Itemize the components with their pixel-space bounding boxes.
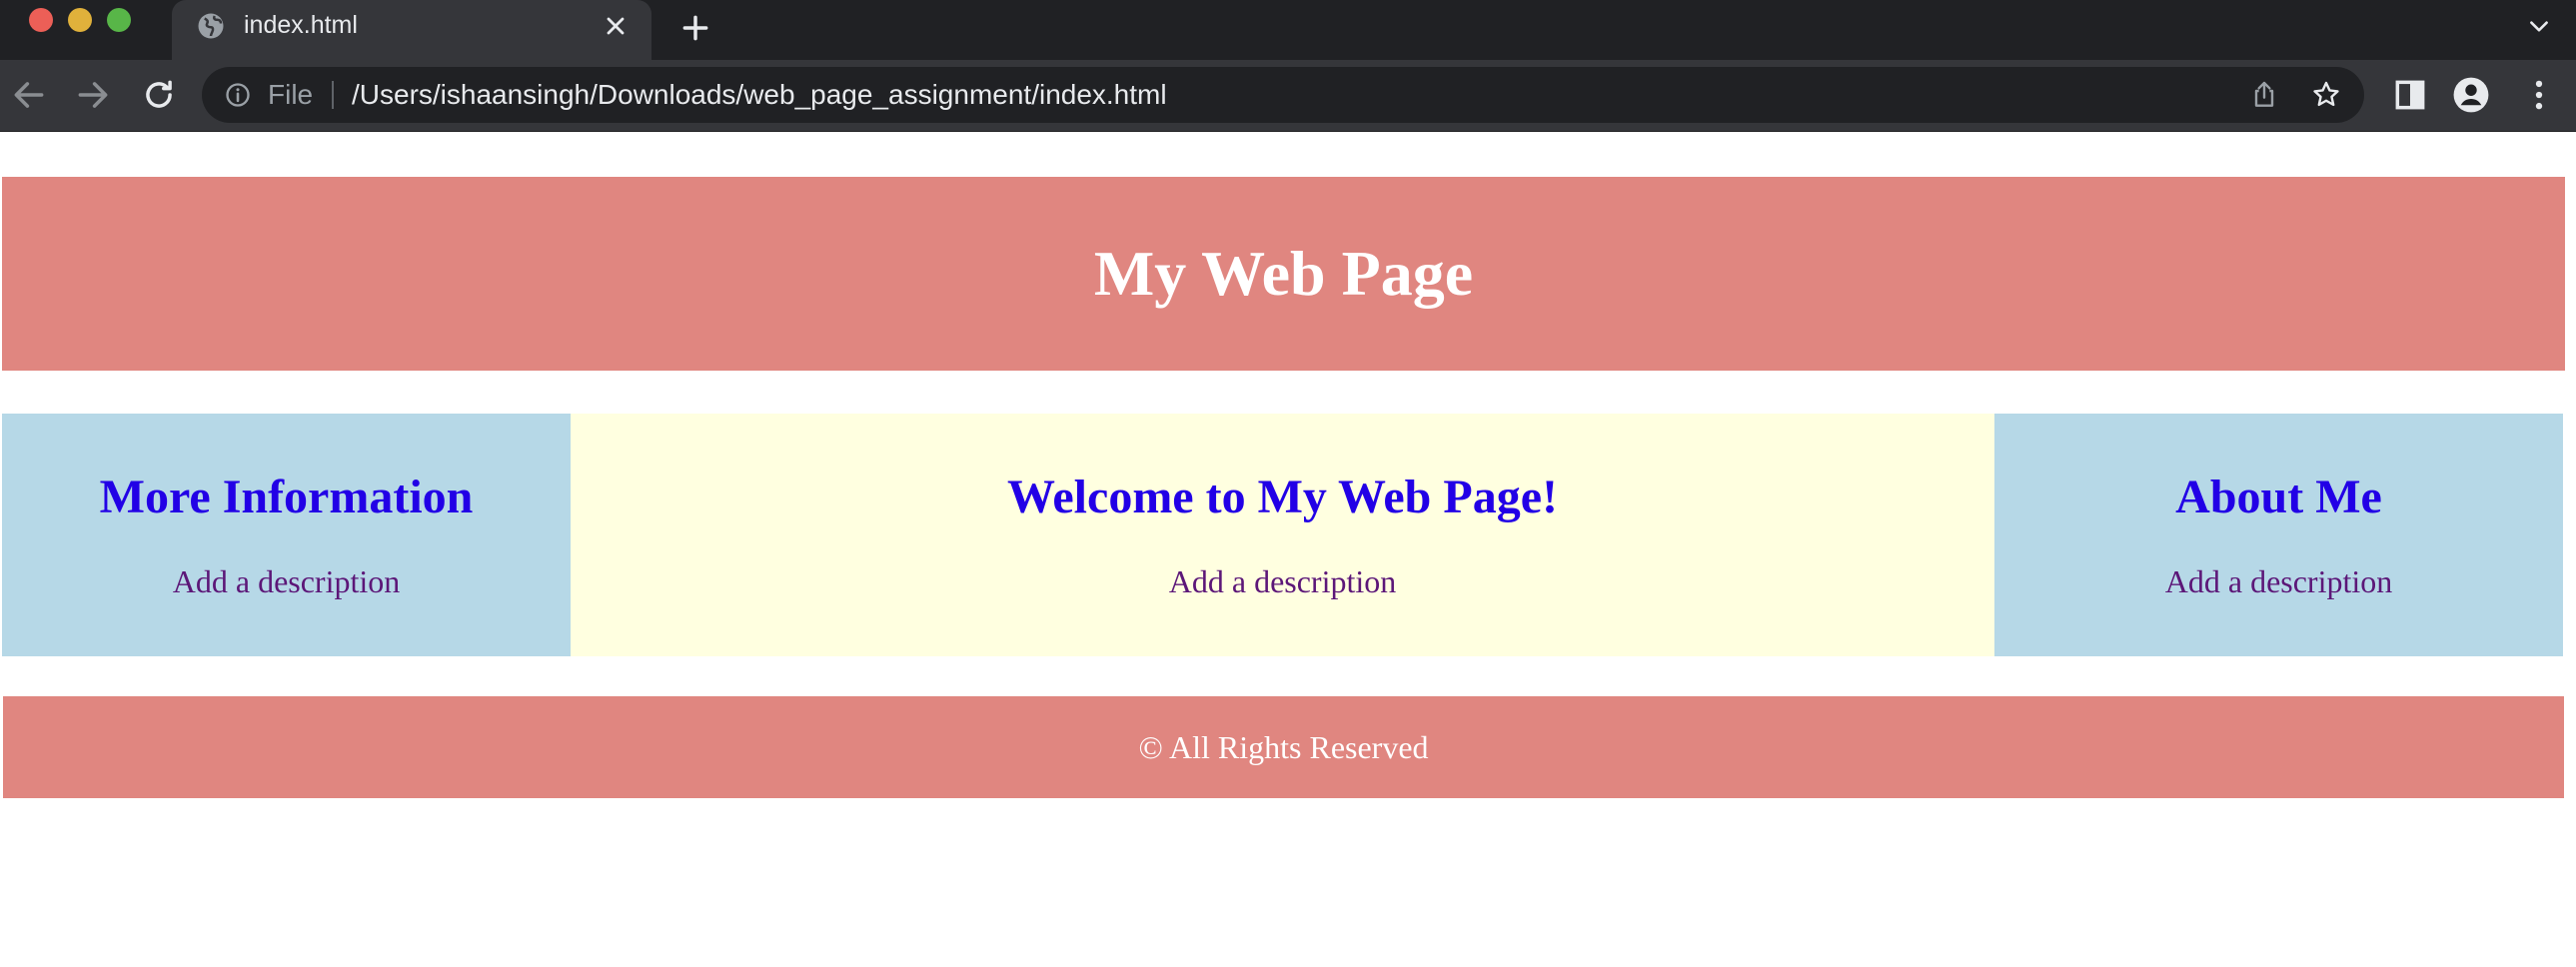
- column-description: Add a description: [2164, 563, 2393, 599]
- page-header: My Web Page: [2, 177, 2565, 371]
- column-heading: Welcome to My Web Page!: [1007, 471, 1558, 523]
- more-information-column: More Information Add a description: [2, 414, 571, 656]
- maximize-window-button[interactable]: [107, 8, 131, 32]
- reload-icon[interactable]: [140, 76, 178, 114]
- page-title: My Web Page: [1093, 238, 1474, 309]
- star-icon[interactable]: [2310, 79, 2342, 111]
- share-icon[interactable]: [2248, 79, 2280, 111]
- tab-title: index.html: [244, 11, 358, 39]
- column-description: Add a description: [1168, 563, 1397, 599]
- browser-toolbar: File /Users/ishaansingh/Downloads/web_pa…: [0, 60, 2576, 132]
- about-me-column: About Me Add a description: [1994, 414, 2563, 656]
- column-description: Add a description: [172, 563, 401, 599]
- browser-tab[interactable]: index.html: [172, 0, 651, 60]
- close-window-button[interactable]: [29, 8, 53, 32]
- address-bar[interactable]: File /Users/ishaansingh/Downloads/web_pa…: [202, 67, 2364, 123]
- info-icon[interactable]: [224, 81, 252, 109]
- url-text[interactable]: /Users/ishaansingh/Downloads/web_page_as…: [352, 79, 1167, 111]
- chevron-down-icon[interactable]: [2526, 14, 2552, 40]
- side-panel-icon[interactable]: [2391, 76, 2429, 114]
- globe-icon: [198, 13, 224, 39]
- back-arrow-icon[interactable]: [10, 76, 48, 114]
- profile-icon[interactable]: [2452, 76, 2490, 114]
- forward-arrow-icon[interactable]: [74, 76, 112, 114]
- address-separator: [332, 81, 334, 109]
- minimize-window-button[interactable]: [68, 8, 92, 32]
- welcome-column: Welcome to My Web Page! Add a descriptio…: [571, 414, 1994, 656]
- content-columns: More Information Add a description Welco…: [2, 414, 2563, 656]
- footer-text: © All Rights Reserved: [1138, 728, 1429, 765]
- url-scheme-label: File: [268, 79, 314, 110]
- column-heading: More Information: [99, 471, 474, 523]
- kebab-menu-icon[interactable]: [2520, 76, 2558, 114]
- page-footer: © All Rights Reserved: [3, 696, 2564, 798]
- tab-strip: index.html: [0, 0, 2576, 60]
- plus-icon[interactable]: [679, 12, 711, 44]
- close-icon[interactable]: [602, 12, 630, 40]
- column-heading: About Me: [2175, 471, 2382, 523]
- page-viewport: My Web Page More Information Add a descr…: [0, 133, 2576, 967]
